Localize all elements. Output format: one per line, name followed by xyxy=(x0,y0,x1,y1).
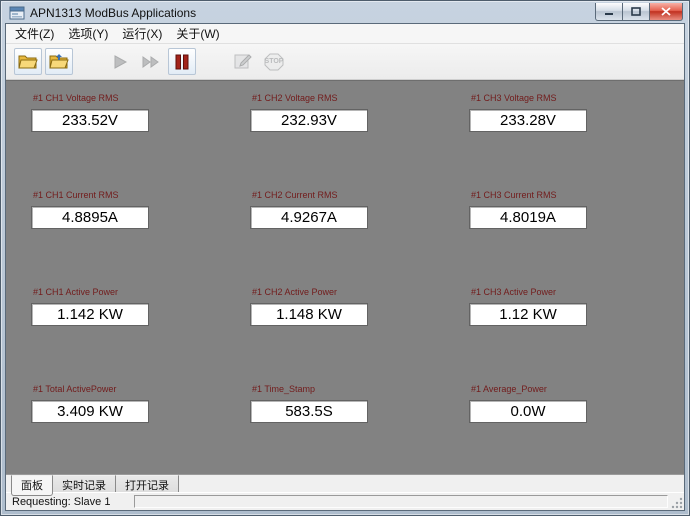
indicator-ch2-power: #1 CH2 Active Power 1.148 KW xyxy=(250,285,469,382)
indicator-time-stamp: #1 Time_Stamp 583.5S xyxy=(250,382,469,474)
minimize-icon xyxy=(604,7,614,16)
main-panel: #1 CH1 Voltage RMS 233.52V #1 CH2 Voltag… xyxy=(6,80,684,474)
folder-open-icon xyxy=(18,53,39,70)
minimize-button[interactable] xyxy=(595,3,623,21)
status-section xyxy=(134,495,668,508)
indicator-label: #1 CH2 Current RMS xyxy=(252,190,469,200)
pause-button[interactable] xyxy=(168,48,196,75)
indicator-value: 233.52V xyxy=(31,109,149,132)
edit-icon xyxy=(234,53,252,70)
indicator-average-power: #1 Average_Power 0.0W xyxy=(469,382,684,474)
indicator-grid: #1 CH1 Voltage RMS 233.52V #1 CH2 Voltag… xyxy=(6,81,684,474)
indicator-value: 1.142 KW xyxy=(31,303,149,326)
indicator-label: #1 CH2 Active Power xyxy=(252,287,469,297)
play-button[interactable] xyxy=(106,48,134,75)
indicator-total-power: #1 Total ActivePower 3.409 KW xyxy=(31,382,250,474)
indicator-value: 232.93V xyxy=(250,109,368,132)
indicator-label: #1 CH2 Voltage RMS xyxy=(252,93,469,103)
app-icon xyxy=(9,5,25,21)
indicator-ch3-power: #1 CH3 Active Power 1.12 KW xyxy=(469,285,684,382)
tabbar: 面板 实时记录 打开记录 xyxy=(6,474,684,492)
stop-button[interactable]: STOP xyxy=(260,48,288,75)
play-icon xyxy=(112,54,128,70)
indicator-label: #1 CH1 Current RMS xyxy=(33,190,250,200)
window-controls xyxy=(596,3,683,21)
indicator-value: 4.8019A xyxy=(469,206,587,229)
indicator-label: #1 CH3 Current RMS xyxy=(471,190,684,200)
indicator-ch3-voltage: #1 CH3 Voltage RMS 233.28V xyxy=(469,91,684,188)
indicator-label: #1 CH3 Voltage RMS xyxy=(471,93,684,103)
open-file-button[interactable] xyxy=(14,48,42,75)
resize-grip[interactable] xyxy=(670,496,683,509)
indicator-label: #1 CH1 Active Power xyxy=(33,287,250,297)
indicator-ch1-current: #1 CH1 Current RMS 4.8895A xyxy=(31,188,250,285)
indicator-value: 1.12 KW xyxy=(469,303,587,326)
indicator-label: #1 CH3 Active Power xyxy=(471,287,684,297)
titlebar[interactable]: APN1313 ModBus Applications xyxy=(5,1,685,23)
indicator-value: 3.409 KW xyxy=(31,400,149,423)
indicator-ch3-current: #1 CH3 Current RMS 4.8019A xyxy=(469,188,684,285)
maximize-icon xyxy=(631,7,641,16)
tab-panel[interactable]: 面板 xyxy=(11,475,53,496)
close-icon xyxy=(661,7,671,16)
indicator-label: #1 CH1 Voltage RMS xyxy=(33,93,250,103)
indicator-ch2-voltage: #1 CH2 Voltage RMS 232.93V xyxy=(250,91,469,188)
pause-icon xyxy=(175,54,189,70)
indicator-value: 4.8895A xyxy=(31,206,149,229)
menubar: 文件(Z) 选项(Y) 运行(X) 关于(W) xyxy=(6,24,684,44)
menu-file[interactable]: 文件(Z) xyxy=(8,23,61,44)
menu-run[interactable]: 运行(X) xyxy=(115,23,169,44)
indicator-label: #1 Time_Stamp xyxy=(252,384,469,394)
status-text: Requesting: Slave 1 xyxy=(12,496,110,508)
close-button[interactable] xyxy=(649,3,683,21)
folder-open-icon xyxy=(49,53,70,70)
window-title: APN1313 ModBus Applications xyxy=(30,6,591,20)
open-folder-button[interactable] xyxy=(45,48,73,75)
statusbar: Requesting: Slave 1 xyxy=(6,492,684,510)
menu-about[interactable]: 关于(W) xyxy=(169,23,226,44)
fast-forward-button[interactable] xyxy=(137,48,165,75)
fast-forward-icon xyxy=(142,54,160,70)
indicator-ch2-current: #1 CH2 Current RMS 4.9267A xyxy=(250,188,469,285)
menu-options[interactable]: 选项(Y) xyxy=(61,23,115,44)
indicator-value: 0.0W xyxy=(469,400,587,423)
edit-button[interactable] xyxy=(229,48,257,75)
indicator-ch1-voltage: #1 CH1 Voltage RMS 233.52V xyxy=(31,91,250,188)
indicator-label: #1 Average_Power xyxy=(471,384,684,394)
indicator-value: 4.9267A xyxy=(250,206,368,229)
indicator-label: #1 Total ActivePower xyxy=(33,384,250,394)
toolbar: STOP xyxy=(6,44,684,80)
indicator-value: 1.148 KW xyxy=(250,303,368,326)
stop-label: STOP xyxy=(265,58,284,65)
client-area: 文件(Z) 选项(Y) 运行(X) 关于(W) xyxy=(5,23,685,511)
indicator-ch1-power: #1 CH1 Active Power 1.142 KW xyxy=(31,285,250,382)
indicator-value: 233.28V xyxy=(469,109,587,132)
indicator-value: 583.5S xyxy=(250,400,368,423)
maximize-button[interactable] xyxy=(622,3,650,21)
app-window: APN1313 ModBus Applications 文件(Z) 选项(Y) … xyxy=(0,0,690,516)
